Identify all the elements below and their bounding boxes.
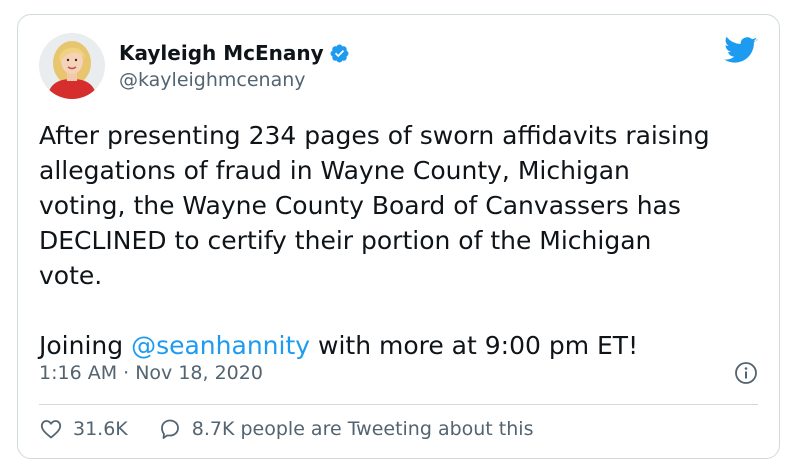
tweet-card[interactable]: Kayleigh McEnany @kayleighmcenany After …: [17, 14, 780, 459]
twitter-bird-icon[interactable]: [724, 36, 758, 65]
conversation-label: 8.7K people are Tweeting about this: [191, 418, 534, 440]
verified-badge-icon: [329, 43, 350, 64]
tweet-actions: 31.6K 8.7K people are Tweeting about thi…: [39, 417, 533, 441]
author-display-name[interactable]: Kayleigh McEnany: [119, 41, 324, 65]
like-count: 31.6K: [73, 418, 128, 440]
mention-link[interactable]: @seanhannity: [131, 331, 310, 360]
conversation-link[interactable]: 8.7K people are Tweeting about this: [158, 417, 534, 441]
speech-bubble-icon: [160, 419, 179, 439]
tweet-timestamp[interactable]: 1:16 AM · Nov 18, 2020: [39, 361, 263, 385]
info-icon[interactable]: [734, 361, 758, 385]
author-name-row[interactable]: Kayleigh McEnany: [119, 41, 350, 65]
avatar[interactable]: [39, 33, 105, 99]
tweet-text-body: After presenting 234 pages of sworn affi…: [39, 121, 710, 360]
like-button[interactable]: 31.6K: [39, 417, 128, 441]
tweet-text: After presenting 234 pages of sworn affi…: [39, 118, 759, 363]
tweet-text-tail: with more at 9:00 pm ET!: [310, 331, 639, 360]
divider: [39, 404, 758, 405]
heart-icon: [40, 420, 62, 439]
author-handle[interactable]: @kayleighmcenany: [119, 68, 306, 92]
